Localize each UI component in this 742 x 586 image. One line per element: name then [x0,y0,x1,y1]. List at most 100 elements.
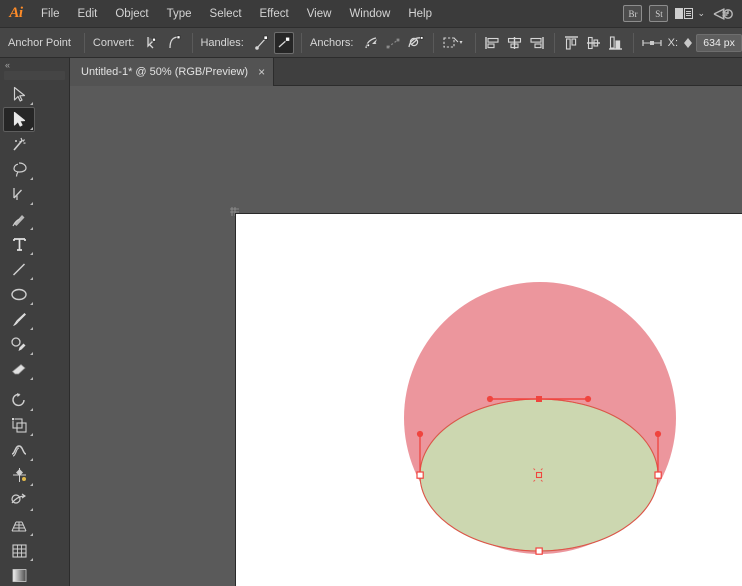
x-coordinate-label: X: [668,37,678,49]
connect-anchors-icon[interactable] [383,32,403,54]
scale-tool[interactable] [3,413,35,438]
tool-flyout-indicator [30,177,33,180]
magic-wand-tool[interactable] [3,132,35,157]
align-right-icon[interactable] [527,32,547,54]
cut-path-icon[interactable] [405,32,425,54]
convert-to-smooth-icon[interactable] [165,32,185,54]
close-icon[interactable]: × [258,66,265,78]
anchors-label: Anchors: [310,37,353,49]
menu-view[interactable]: View [298,0,341,28]
chevron-down-icon: ⌄ [697,8,705,19]
perspective-grid-tool[interactable] [3,513,35,538]
convert-to-corner-icon[interactable] [142,32,162,54]
width-tool[interactable] [3,438,35,463]
eraser-tool[interactable] [3,357,35,382]
document-tab-title: Untitled-1* @ 50% (RGB/Preview) [81,66,248,78]
tool-flyout-indicator [30,277,33,280]
convert-label: Convert: [93,37,135,49]
divider [633,33,634,53]
anchor-bottom-group [536,548,542,554]
lasso-tool[interactable] [3,157,35,182]
rotate-tool[interactable] [3,388,35,413]
divider [301,33,302,53]
ellipse-tool[interactable] [3,282,35,307]
artwork[interactable] [236,214,742,586]
type-tool[interactable] [3,232,35,257]
context-label: Anchor Point [8,37,71,49]
line-segment-tool[interactable] [3,257,35,282]
stepper-down-icon[interactable] [684,43,692,48]
tool-flyout-indicator [30,352,33,355]
tool-flyout-indicator [30,252,33,255]
tool-flyout-indicator [30,433,33,436]
divider [192,33,193,53]
show-handles-icon[interactable] [252,32,272,54]
pen-tool[interactable] [3,182,35,207]
handles-label: Handles: [200,37,243,49]
tool-flyout-indicator [30,558,33,561]
canvas-area[interactable] [70,86,742,586]
menu-select[interactable]: Select [201,0,251,28]
stock-button[interactable]: St [649,5,668,22]
menu-window[interactable]: Window [340,0,399,28]
divider [475,33,476,53]
x-stepper[interactable] [683,38,693,48]
curvature-tool[interactable] [3,207,35,232]
panel-drag-handle[interactable] [4,71,65,80]
tool-flyout-indicator [30,533,33,536]
align-left-icon[interactable] [483,32,503,54]
menu-bar: Ai File Edit Object Type Select Effect V… [0,0,742,28]
panel-collapse-icon[interactable]: « [0,58,69,71]
tool-flyout-indicator [30,102,33,105]
divider [554,33,555,53]
gradient-tool[interactable] [3,563,35,586]
mesh-tool[interactable] [3,538,35,563]
selection-tool[interactable] [3,82,35,107]
direct-selection-tool[interactable] [3,107,35,132]
align-horizontal-center-icon[interactable] [505,32,525,54]
divider [84,33,85,53]
tool-flyout-indicator [30,202,33,205]
menu-help[interactable]: Help [399,0,441,28]
menu-type[interactable]: Type [158,0,201,28]
bridge-button[interactable]: Br [623,5,642,22]
tool-flyout-indicator [30,458,33,461]
green-ellipse [420,399,658,551]
paintbrush-tool[interactable] [3,307,35,332]
remove-anchor-icon[interactable] [361,32,381,54]
divider [433,33,434,53]
free-transform-tool[interactable] [3,463,35,488]
menu-object[interactable]: Object [106,0,157,28]
tool-flyout-indicator [30,377,33,380]
tool-flyout-indicator [30,302,33,305]
distribute-spacing-icon[interactable] [641,32,665,54]
workspace-switcher[interactable]: ⌄ [675,8,705,19]
align-bottom-icon[interactable] [606,32,626,54]
x-coordinate-input[interactable]: 634 px [696,34,742,52]
document-tab[interactable]: Untitled-1* @ 50% (RGB/Preview) × [70,58,274,86]
hide-handles-icon[interactable] [274,32,294,54]
tools-panel: « [0,58,70,586]
illustrator-window: Ai File Edit Object Type Select Effect V… [0,0,742,586]
tool-flyout-indicator [30,483,33,486]
tool-flyout-indicator [30,327,33,330]
shaper-pencil-tool[interactable] [3,332,35,357]
app-logo-icon: Ai [0,0,32,28]
menubar-right-group: Br St ⌄ [623,5,742,23]
artboard[interactable] [235,213,742,586]
align-top-icon[interactable] [562,32,582,54]
tool-flyout-indicator [30,227,33,230]
search-icon[interactable] [712,5,734,23]
document-tab-bar: Untitled-1* @ 50% (RGB/Preview) × [70,58,742,86]
menu-effect[interactable]: Effect [251,0,298,28]
workspace-switcher-icon [675,8,693,19]
align-vertical-center-icon[interactable] [584,32,604,54]
tool-flyout-indicator [30,127,33,130]
transform-shape-icon[interactable] [440,32,467,54]
tool-flyout-indicator [30,408,33,411]
shape-builder-tool[interactable] [3,488,35,513]
menu-edit[interactable]: Edit [69,0,107,28]
tool-grid [0,82,69,586]
menu-file[interactable]: File [32,0,69,28]
control-options-bar: Anchor Point Convert: Handles: [0,28,742,58]
